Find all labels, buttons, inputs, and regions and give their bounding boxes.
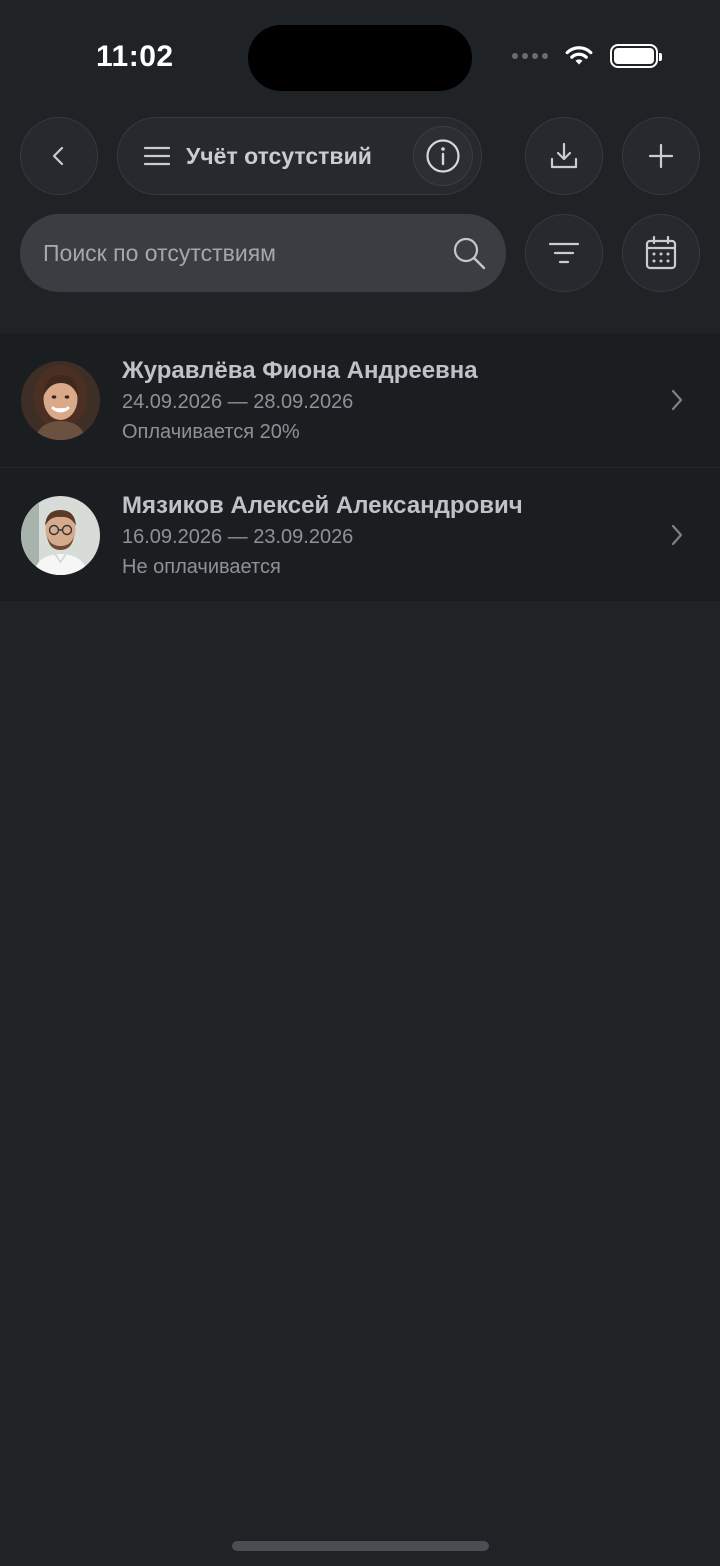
- search-icon[interactable]: [452, 236, 486, 270]
- battery-icon: [610, 44, 662, 68]
- plus-icon: [648, 143, 674, 169]
- back-button[interactable]: [20, 117, 98, 195]
- avatar: [21, 496, 100, 575]
- dynamic-island: [248, 25, 472, 91]
- home-indicator[interactable]: [232, 1541, 489, 1551]
- payment-status: Оплачивается 20%: [122, 421, 300, 443]
- calendar-icon: [645, 236, 677, 270]
- search-input[interactable]: Поиск по отсутствиям: [20, 214, 506, 292]
- wifi-icon: [565, 46, 593, 65]
- absence-dates: 16.09.2026 — 23.09.2026: [122, 526, 354, 548]
- absence-dates: 24.09.2026 — 28.09.2026: [122, 391, 354, 413]
- add-button[interactable]: [622, 117, 700, 195]
- payment-status: Не оплачивается: [122, 556, 281, 578]
- title-pill[interactable]: Учёт отсутствий: [117, 117, 482, 195]
- chevron-left-icon: [52, 146, 64, 166]
- filter-icon: [549, 242, 579, 264]
- hamburger-icon: [144, 146, 170, 166]
- info-icon: [426, 139, 460, 173]
- employee-name: Журавлёва Фиона Андреевна: [122, 357, 478, 384]
- list-item[interactable]: Мязиков Алексей Александрович 16.09.2026…: [0, 468, 720, 603]
- download-icon: [550, 142, 578, 169]
- signal-dots-icon: [512, 53, 548, 59]
- absence-tracker-screen: 11:02 Учёт отсутствий Поиск по отсутстви…: [0, 0, 720, 1566]
- list-item[interactable]: Журавлёва Фиона Андреевна 24.09.2026 — 2…: [0, 333, 720, 468]
- employee-name: Мязиков Алексей Александрович: [122, 492, 523, 519]
- search-placeholder: Поиск по отсутствиям: [43, 239, 276, 266]
- avatar: [21, 361, 100, 440]
- absence-list: Журавлёва Фиона Андреевна 24.09.2026 — 2…: [0, 333, 720, 603]
- chevron-right-icon: [671, 524, 683, 546]
- download-button[interactable]: [525, 117, 603, 195]
- info-button[interactable]: [413, 126, 473, 186]
- status-icons: [512, 44, 662, 68]
- status-time: 11:02: [96, 40, 174, 73]
- chevron-right-icon: [671, 389, 683, 411]
- filter-button[interactable]: [525, 214, 603, 292]
- page-title: Учёт отсутствий: [186, 142, 372, 169]
- calendar-button[interactable]: [622, 214, 700, 292]
